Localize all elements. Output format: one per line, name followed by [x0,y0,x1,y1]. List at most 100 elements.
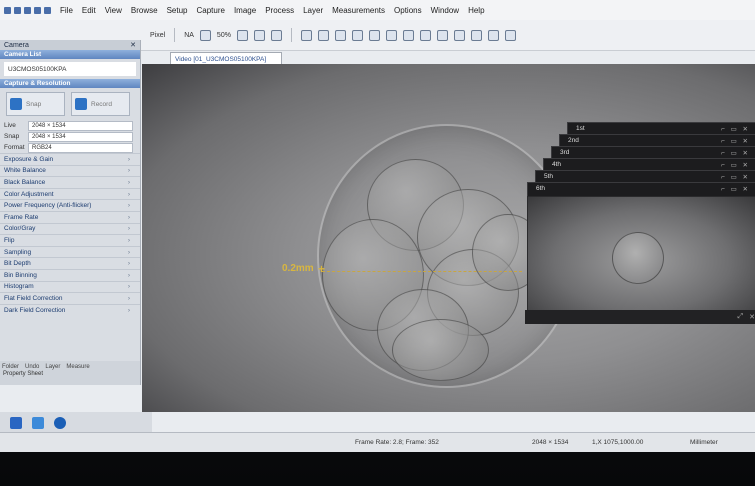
measure-line[interactable] [322,271,522,272]
menu-window[interactable]: Window [431,6,459,15]
snap-resolution-select[interactable]: 2048 × 1534 [28,131,133,142]
circle-tool-icon[interactable] [351,29,363,41]
hand-icon[interactable] [253,29,265,41]
chevron-right-icon: › [127,248,130,256]
capture-window-label: 3rd [560,149,570,156]
format-select[interactable]: RGB24 [28,142,133,153]
camera-list-header[interactable]: Camera List [0,50,140,59]
menu-file[interactable]: File [60,6,73,15]
restore-icon[interactable]: ⤢ [738,313,744,321]
arc-tool-icon[interactable] [402,29,414,41]
window-controls-icon[interactable]: ⌐ ▭ ✕ [721,149,750,157]
menu-measurements[interactable]: Measurements [332,6,385,15]
window-controls-icon[interactable]: ⌐ ▭ ✕ [721,173,750,181]
property-row[interactable]: Black Balance › [0,176,140,188]
menu-help[interactable]: Help [468,6,484,15]
property-row[interactable]: Color Adjustment › [0,187,140,200]
pointer-icon[interactable] [270,29,282,41]
property-row[interactable]: Power Frequency (Anti-flicker) › [0,199,140,211]
record-button[interactable]: Record [71,92,130,116]
zoom-in-icon[interactable] [236,29,248,41]
close-icon[interactable]: ✕ [130,41,136,49]
app-icon[interactable] [32,417,44,429]
start-icon[interactable] [10,417,22,429]
menu-image[interactable]: Image [234,6,256,15]
chevron-right-icon: › [127,202,130,210]
layer-tab[interactable]: Layer [45,364,60,370]
capture-window-label: 6th [536,185,546,192]
frame-rate-status: Frame Rate: 2.8; Frame: 352 [355,439,439,446]
menu-process[interactable]: Process [265,6,294,15]
save-icon[interactable] [24,6,31,14]
live-video-view[interactable]: 0.2mm + 1st ⌐ ▭ ✕ 2nd ⌐ ▭ ✕ 3rd ⌐ ▭ ✕ 4t… [142,64,755,412]
blastomere [392,319,489,381]
folder-tab[interactable]: Folder [2,364,19,370]
property-row[interactable]: Bin Binning › [0,268,140,281]
na-label[interactable]: NA [184,32,194,39]
measure-tab[interactable]: Measure [66,364,89,370]
menu-layer[interactable]: Layer [303,6,323,15]
menu-items: File Edit View Browse Setup Capture Imag… [60,6,485,15]
fit-icon[interactable] [199,29,211,41]
chevron-right-icon: › [127,225,130,233]
open-icon[interactable] [14,6,21,14]
record-icon [75,98,87,110]
browser-icon[interactable] [54,417,66,429]
property-label: Power Frequency (Anti-flicker) [4,202,92,210]
menu-capture[interactable]: Capture [196,6,224,15]
scale-bar-icon[interactable] [453,29,465,41]
new-icon[interactable] [4,6,11,14]
property-row[interactable]: Flip › [0,234,140,246]
calibrate-icon[interactable] [470,29,482,41]
property-row[interactable]: Color/Gray › [0,222,140,235]
property-row[interactable]: Frame Rate › [0,210,140,223]
live-resolution-select[interactable]: 2048 × 1534 [28,120,133,131]
angle-tool-icon[interactable] [385,29,397,41]
camera-panel: Camera ✕ Camera List U3CMOS05100KPA Capt… [0,40,141,385]
undo-icon[interactable] [44,6,51,14]
polygon-tool-icon[interactable] [368,29,380,41]
measure-endpoint-icon[interactable]: + [318,262,325,276]
camera-item[interactable]: U3CMOS05100KPA [4,62,136,76]
menu-options[interactable]: Options [394,6,422,15]
close-icon[interactable]: ✕ [749,313,755,321]
property-row[interactable]: Exposure & Gain › [0,153,140,165]
property-row[interactable]: Flat Field Correction › [0,292,140,304]
text-tool-icon[interactable] [419,29,431,41]
menu-view[interactable]: View [105,6,122,15]
property-row[interactable]: Bit Depth › [0,257,140,269]
settings-icon[interactable] [504,29,516,41]
property-label: Frame Rate [4,213,39,221]
camera-icon [10,98,22,110]
chevron-right-icon: › [127,236,130,244]
window-controls-icon[interactable]: ⌐ ▭ ✕ [721,185,750,193]
property-label: Color/Gray [4,225,36,233]
property-row[interactable]: White Balance › [0,164,140,177]
menu-edit[interactable]: Edit [82,6,96,15]
line-tool-icon[interactable] [300,29,312,41]
print-icon[interactable] [34,6,41,14]
export-icon[interactable] [487,29,499,41]
chevron-right-icon: › [127,190,130,198]
property-label: Dark Field Correction [4,306,66,314]
unit-selector[interactable]: Millimeter [690,439,718,446]
ellipse-tool-icon[interactable] [334,29,346,41]
window-controls-icon[interactable]: ⌐ ▭ ✕ [721,161,750,169]
window-controls-icon[interactable]: ⌐ ▭ ✕ [721,137,750,145]
property-row[interactable]: Sampling › [0,245,140,258]
capture-header[interactable]: Capture & Resolution [0,79,140,88]
snap-button[interactable]: Snap [6,92,65,116]
snap-resolution-row: Snap 2048 × 1534 [0,131,140,142]
zoom-value[interactable]: 50% [217,32,231,39]
window-controls-icon[interactable]: ⌐ ▭ ✕ [721,125,750,133]
screen: File Edit View Browse Setup Capture Imag… [0,0,755,452]
undo-tab[interactable]: Undo [25,364,39,370]
property-row[interactable]: Dark Field Correction › [0,303,140,316]
property-row[interactable]: Histogram › [0,280,140,293]
capture-window-label: 4th [552,161,562,168]
menu-setup[interactable]: Setup [167,6,188,15]
menu-browse[interactable]: Browse [131,6,158,15]
taskbar [0,412,152,434]
rectangle-tool-icon[interactable] [317,29,329,41]
arrow-tool-icon[interactable] [436,29,448,41]
